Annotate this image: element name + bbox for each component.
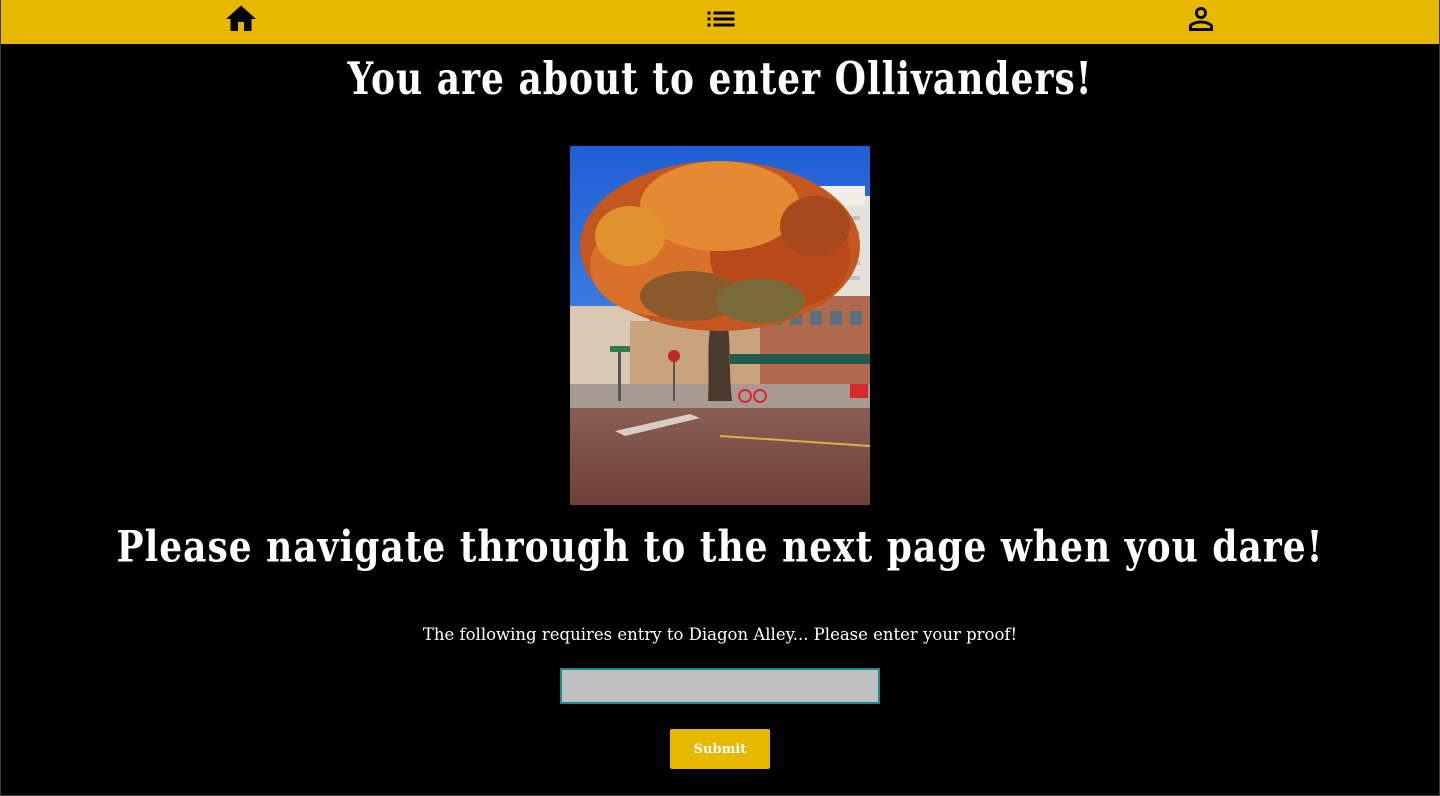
proof-input[interactable] [560,668,880,704]
person-icon [1189,7,1213,31]
diagon-alley-photo [570,146,870,505]
top-navbar [1,0,1439,44]
home-button[interactable] [221,1,261,37]
entry-prompt: The following requires entry to Diagon A… [422,625,1018,644]
list-button[interactable] [701,1,741,37]
page-title: You are about to enter Ollivanders! [347,52,1093,106]
list-icon [707,11,735,27]
submit-button[interactable]: Submit [670,729,770,769]
home-icon [226,5,256,31]
profile-button[interactable] [1181,1,1221,37]
page-subtitle: Please navigate through to the next page… [116,521,1324,573]
